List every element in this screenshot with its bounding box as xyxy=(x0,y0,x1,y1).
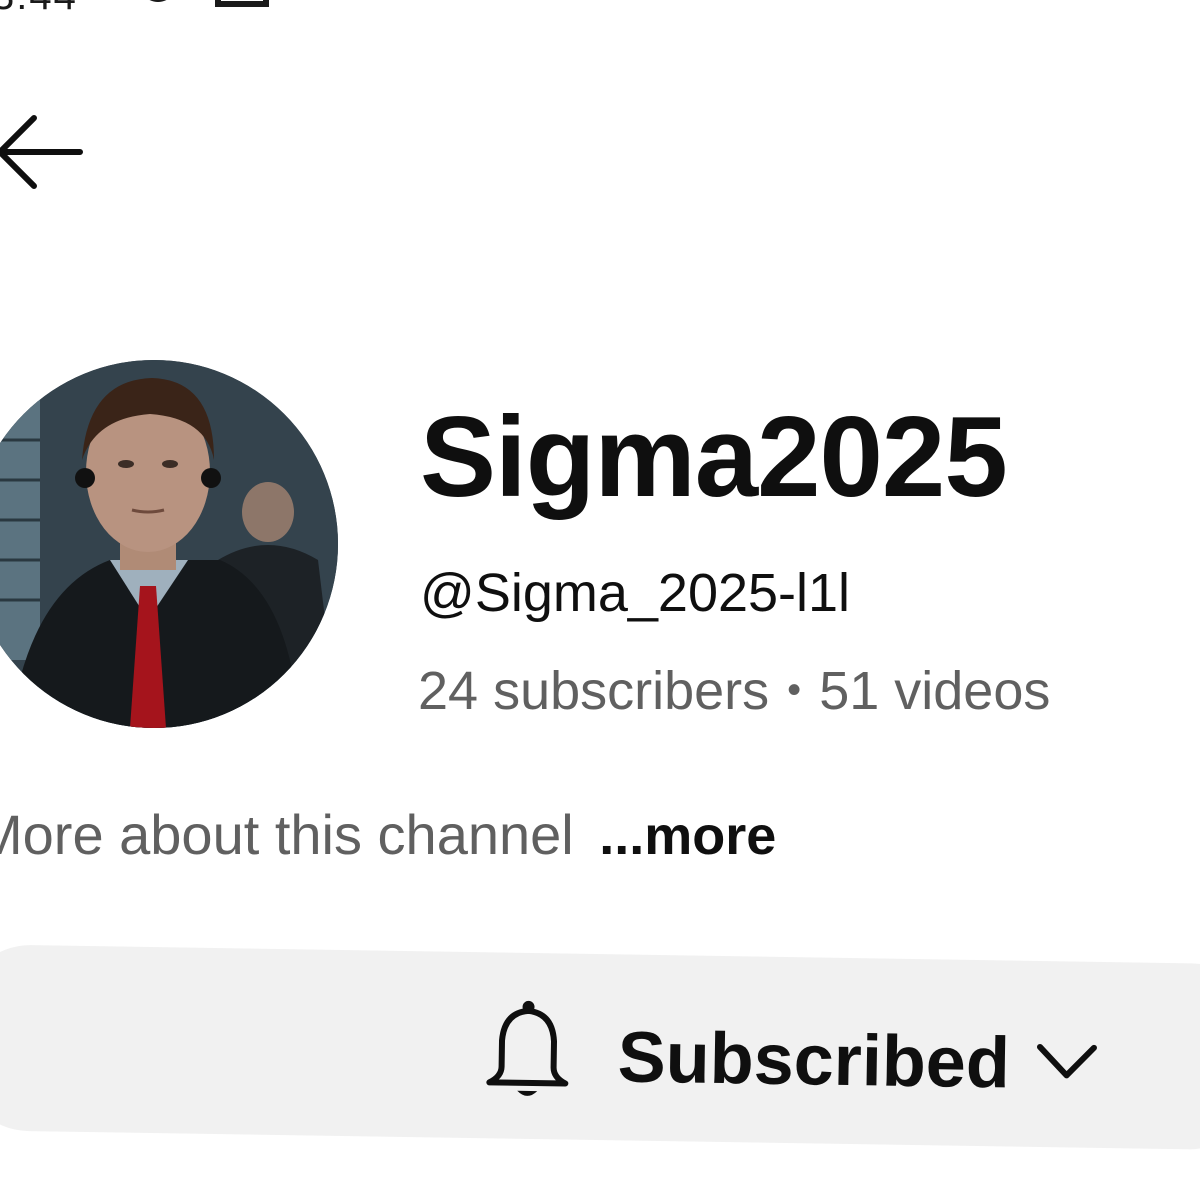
channel-name: Sigma2025 xyxy=(420,394,1008,521)
avatar-image xyxy=(0,360,338,728)
more-link[interactable]: ...more xyxy=(599,806,776,866)
notification-icon xyxy=(212,0,272,19)
about-text: More about this channel xyxy=(0,803,574,866)
chevron-down-icon xyxy=(1033,1039,1100,1089)
bell-icon xyxy=(481,996,575,1110)
status-time: 3:44 xyxy=(0,0,78,19)
chat-bubble-icon xyxy=(128,0,188,25)
status-bar: 3:44 xyxy=(0,0,320,18)
subscribed-label: Subscribed xyxy=(617,1017,1011,1104)
video-count: 51 videos xyxy=(819,661,1051,721)
back-button[interactable] xyxy=(0,108,90,200)
subscriber-count: 24 subscribers xyxy=(418,661,770,721)
channel-stats: 24 subscribers • 51 videos xyxy=(418,660,1050,722)
subscribed-button[interactable]: Subscribed xyxy=(0,944,1200,1151)
channel-handle: @Sigma_2025-l1l xyxy=(420,563,851,623)
channel-description[interactable]: More about this channel ...more xyxy=(0,802,776,867)
channel-avatar[interactable] xyxy=(0,360,338,728)
back-arrow-icon xyxy=(0,110,86,199)
channel-page: 3:44 xyxy=(0,0,1200,1200)
stats-separator: • xyxy=(787,668,802,712)
